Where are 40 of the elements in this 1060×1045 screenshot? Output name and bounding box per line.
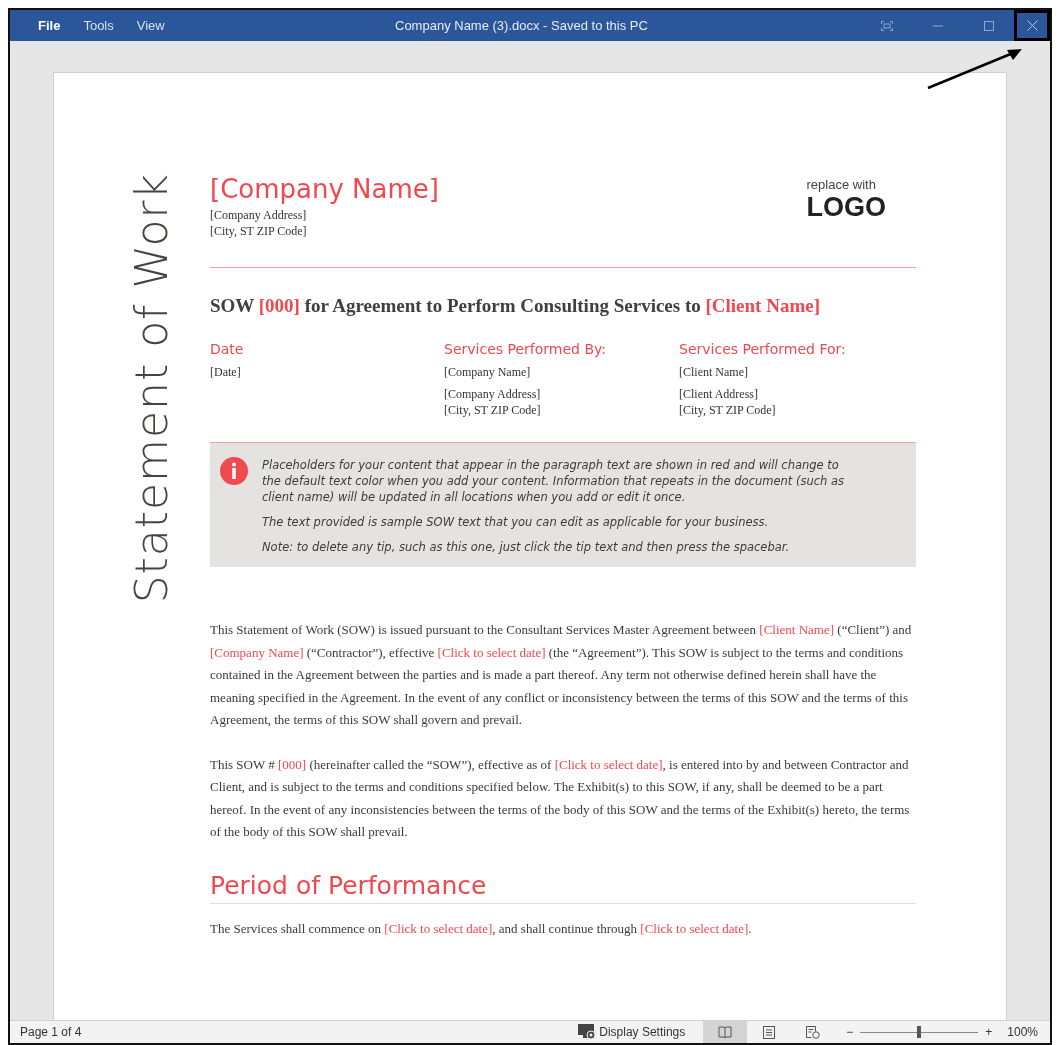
company-city: [City, ST ZIP Code]	[210, 223, 308, 239]
page-count: Page 1 of 4	[19, 1024, 82, 1041]
body-paragraph: The Services shall commence on [Click to select date], and shall continue through [Click to select date].	[210, 919, 753, 938]
column-value: [Client Name]	[679, 364, 749, 380]
zoom-in-button[interactable]: +	[982, 1023, 996, 1041]
vertical-title: Statement of Work	[130, 173, 174, 604]
zoom-percent[interactable]: 100%	[1007, 1023, 1038, 1041]
company-name: [Company Name]	[210, 173, 439, 205]
tip-text: Placeholders for your content that appear in the paragraph text are shown in red and will change to the default text color when you add your content. Information that repeats in the document (such as client name) will be updated in all locations when you add or edit it once.	[262, 457, 846, 505]
monitor-gear-icon	[578, 1024, 597, 1040]
column-value: [Date]	[210, 364, 242, 380]
page-lines-icon	[763, 1025, 776, 1039]
window-title: Company Name (3).docx - Saved to this PC	[395, 16, 648, 35]
body-paragraph: This Statement of Work (SOW) is issued pursuant to the Consultant Services Master Agreement between [Client Name] (“Client”) and [Company Name] (“Contractor”), effective [Click to select date] (the “Agreement”). This SOW is subject to the terms and conditions contained in the Agreement between the parties and is made a part thereof. Any term not otherwise defined herein shall have the meaning specified in the Agreement. In the event of any conflict or inconsistency between the terms of this SOW and the terms of this Agreement, the terms of this SOW shall govern and prevail.	[210, 621, 913, 729]
company-address: [Company Address]	[210, 207, 308, 223]
info-icon	[220, 457, 248, 485]
tip-text: The text provided is sample SOW text that you can edit as applicable for your business.	[262, 514, 770, 530]
zoom-slider-thumb[interactable]	[917, 1026, 922, 1038]
close-icon	[1026, 20, 1038, 31]
tip-text: Note: to delete any tip, such as this one, just click the tip text and then press the spacebar.	[262, 539, 791, 555]
logo-wordmark: LOGO	[806, 192, 886, 223]
logo-caption: replace with	[806, 178, 876, 192]
column-value: [Company Name]	[444, 364, 532, 380]
menu-tab[interactable]: View	[133, 13, 168, 38]
column-value: [Client Address] [City, ST ZIP Code]	[679, 386, 777, 418]
display-settings-button[interactable]: Display Settings	[578, 1023, 686, 1041]
column-label: Date	[210, 340, 245, 358]
zoom-slider-track[interactable]	[860, 1025, 979, 1039]
page-globe-icon	[806, 1025, 821, 1039]
document-heading: SOW [000] for Agreement to Perform Consulting Services to [Client Name]	[210, 294, 821, 318]
body-paragraph: This SOW # [000] (hereinafter called the “SOW”), effective as of [Click to select date], is entered into by and between Contractor and Client, and is subject to the terms and conditions specified below. The Exhibit(s) to this SOW, if any, shall be deemed to be a part hereof. In the event of any inconsistencies between the terms of the body of this SOW and the terms of the Exhibit(s) hereto, the terms of the body of this SOW shall prevail.	[210, 755, 911, 841]
column-value: [Company Address] [City, ST ZIP Code]	[444, 386, 542, 418]
zoom-out-button[interactable]: −	[843, 1023, 857, 1041]
close-button[interactable]	[1014, 10, 1050, 41]
section-heading: Period of Performance	[210, 870, 916, 904]
menu-tab[interactable]: Tools	[80, 13, 117, 38]
book-icon	[718, 1026, 733, 1038]
menu-tab[interactable]: File	[35, 13, 64, 38]
column-label: Services Performed By:	[444, 340, 607, 358]
column-label: Services Performed For:	[679, 340, 847, 358]
